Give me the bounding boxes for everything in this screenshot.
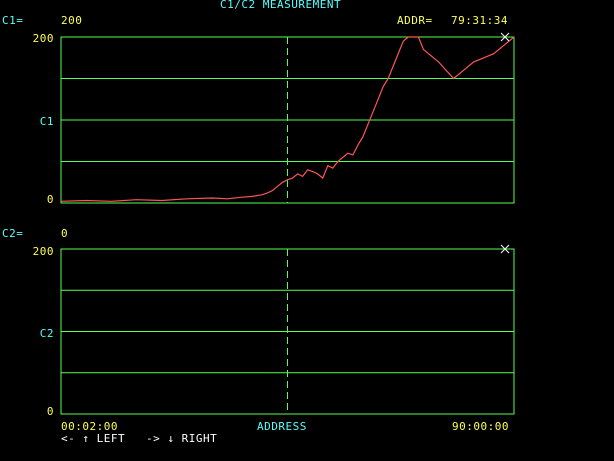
measurement-screen: { "title": "C1/C2 MEASUREMENT", "c1_read… <box>0 0 614 461</box>
x-axis-end-label: 90:00:00 <box>452 420 509 433</box>
measurement-plot <box>60 32 515 415</box>
nav-right-hint[interactable]: -> ↓ RIGHT <box>146 433 217 445</box>
nav-left-hint[interactable]: <- ↑ LEFT <box>61 433 125 445</box>
c2-panel <box>60 244 515 415</box>
x-axis-title: ADDRESS <box>257 420 307 433</box>
c1-panel <box>60 32 515 204</box>
